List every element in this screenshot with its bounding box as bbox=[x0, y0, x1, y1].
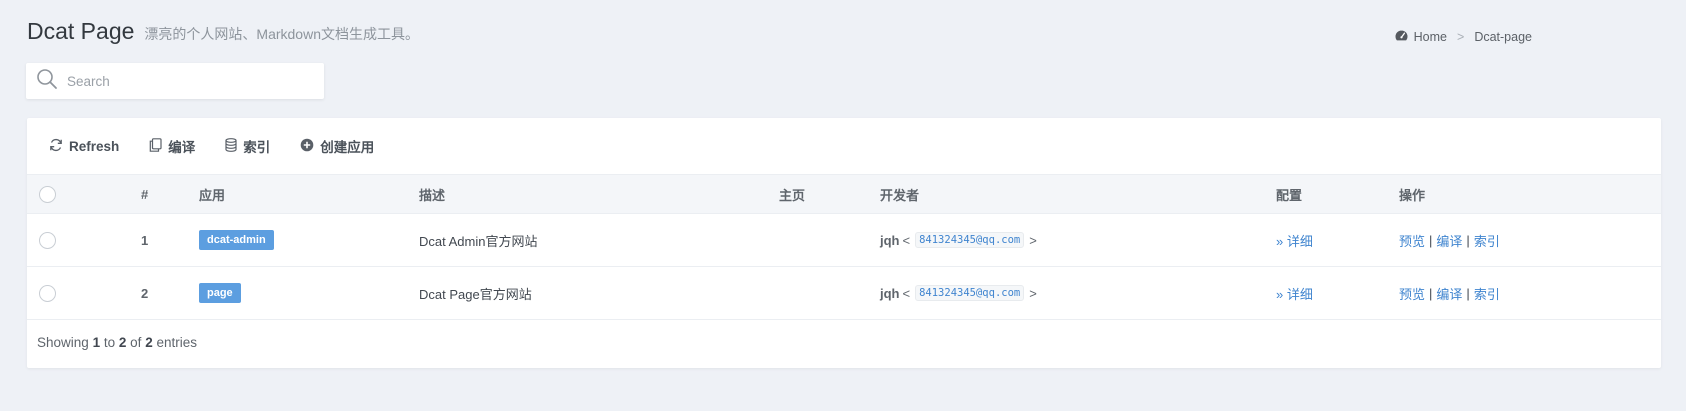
column-header-dev: 开发者 bbox=[880, 187, 920, 203]
row-id: 2 bbox=[141, 285, 149, 301]
app-tag: dcat-admin bbox=[199, 230, 274, 250]
config-detail-link[interactable]: » 详细 bbox=[1276, 284, 1313, 303]
page-header: Dcat Page 漂亮的个人网站、Markdown文档生成工具。 bbox=[27, 18, 419, 45]
dashboard-gauge-icon bbox=[1395, 30, 1414, 44]
preview-link[interactable]: 预览 bbox=[1399, 231, 1425, 250]
breadcrumb: Home > Dcat-page bbox=[1395, 30, 1532, 44]
row-desc: Dcat Page官方网站 bbox=[419, 286, 532, 302]
config-detail-link[interactable]: » 详细 bbox=[1276, 231, 1313, 250]
column-header-home: 主页 bbox=[779, 187, 806, 203]
search-input[interactable] bbox=[67, 73, 297, 89]
compile-link[interactable]: 编译 bbox=[1436, 284, 1462, 303]
compile-button[interactable]: 编译 bbox=[149, 136, 195, 156]
table-header: # 应用 描述 主页 开发者 配置 操作 bbox=[27, 175, 1661, 214]
page-title: Dcat Page bbox=[27, 18, 135, 44]
column-header-desc: 描述 bbox=[419, 187, 446, 203]
preview-link[interactable]: 预览 bbox=[1399, 284, 1425, 303]
row-checkbox[interactable] bbox=[39, 231, 56, 249]
compile-link[interactable]: 编译 bbox=[1436, 231, 1462, 250]
compile-label: 编译 bbox=[168, 140, 196, 155]
index-button[interactable]: 索引 bbox=[225, 136, 270, 156]
column-header-app: 应用 bbox=[199, 187, 226, 203]
row-desc: Dcat Admin官方网站 bbox=[419, 233, 538, 249]
database-icon bbox=[225, 137, 243, 155]
create-app-button[interactable]: 创建应用 bbox=[300, 136, 374, 156]
column-header-actions: 操作 bbox=[1399, 187, 1426, 203]
developer-cell: jqh < 841324345@qq.com > bbox=[880, 232, 1037, 248]
page-subtitle: 漂亮的个人网站、Markdown文档生成工具。 bbox=[144, 26, 419, 42]
refresh-icon bbox=[49, 138, 69, 155]
table-row: 2 page Dcat Page官方网站 jqh < 841324345@qq.… bbox=[27, 267, 1661, 320]
developer-name: jqh bbox=[880, 232, 900, 248]
pagination-info: Showing 1 to 2 of 2 entries bbox=[37, 335, 197, 350]
breadcrumb-home-link[interactable]: Home bbox=[1414, 30, 1447, 44]
row-id: 1 bbox=[141, 232, 149, 248]
breadcrumb-current: Dcat-page bbox=[1474, 30, 1532, 44]
index-link[interactable]: 索引 bbox=[1474, 231, 1500, 250]
select-all-checkbox[interactable] bbox=[39, 185, 56, 203]
toolbar: Refresh 编译 索引 创建应用 bbox=[27, 118, 1661, 175]
refresh-label: Refresh bbox=[69, 138, 120, 154]
breadcrumb-separator: > bbox=[1457, 30, 1465, 44]
search-box bbox=[26, 63, 324, 99]
actions-cell: 预览 | 编译 | 索引 bbox=[1399, 284, 1500, 303]
file-copy-icon bbox=[149, 137, 168, 155]
developer-email: 841324345@qq.com bbox=[915, 285, 1025, 301]
index-label: 索引 bbox=[243, 140, 271, 155]
search-icon bbox=[26, 68, 58, 95]
create-app-label: 创建应用 bbox=[320, 140, 375, 155]
developer-cell: jqh < 841324345@qq.com > bbox=[880, 285, 1037, 301]
table-row: 1 dcat-admin Dcat Admin官方网站 jqh < 841324… bbox=[27, 214, 1661, 267]
row-checkbox[interactable] bbox=[39, 284, 56, 302]
refresh-button[interactable]: Refresh bbox=[49, 138, 119, 155]
grid-card: Refresh 编译 索引 创建应用 # 应用 描述 主页 开发者 配置 操作 … bbox=[27, 118, 1661, 368]
actions-cell: 预览 | 编译 | 索引 bbox=[1399, 231, 1500, 250]
developer-name: jqh bbox=[880, 285, 900, 301]
plus-circle-icon bbox=[300, 138, 320, 155]
column-header-num[interactable]: # bbox=[141, 187, 148, 202]
column-header-config: 配置 bbox=[1276, 187, 1303, 203]
developer-email: 841324345@qq.com bbox=[915, 232, 1025, 248]
index-link[interactable]: 索引 bbox=[1474, 284, 1500, 303]
app-tag: page bbox=[199, 283, 241, 303]
